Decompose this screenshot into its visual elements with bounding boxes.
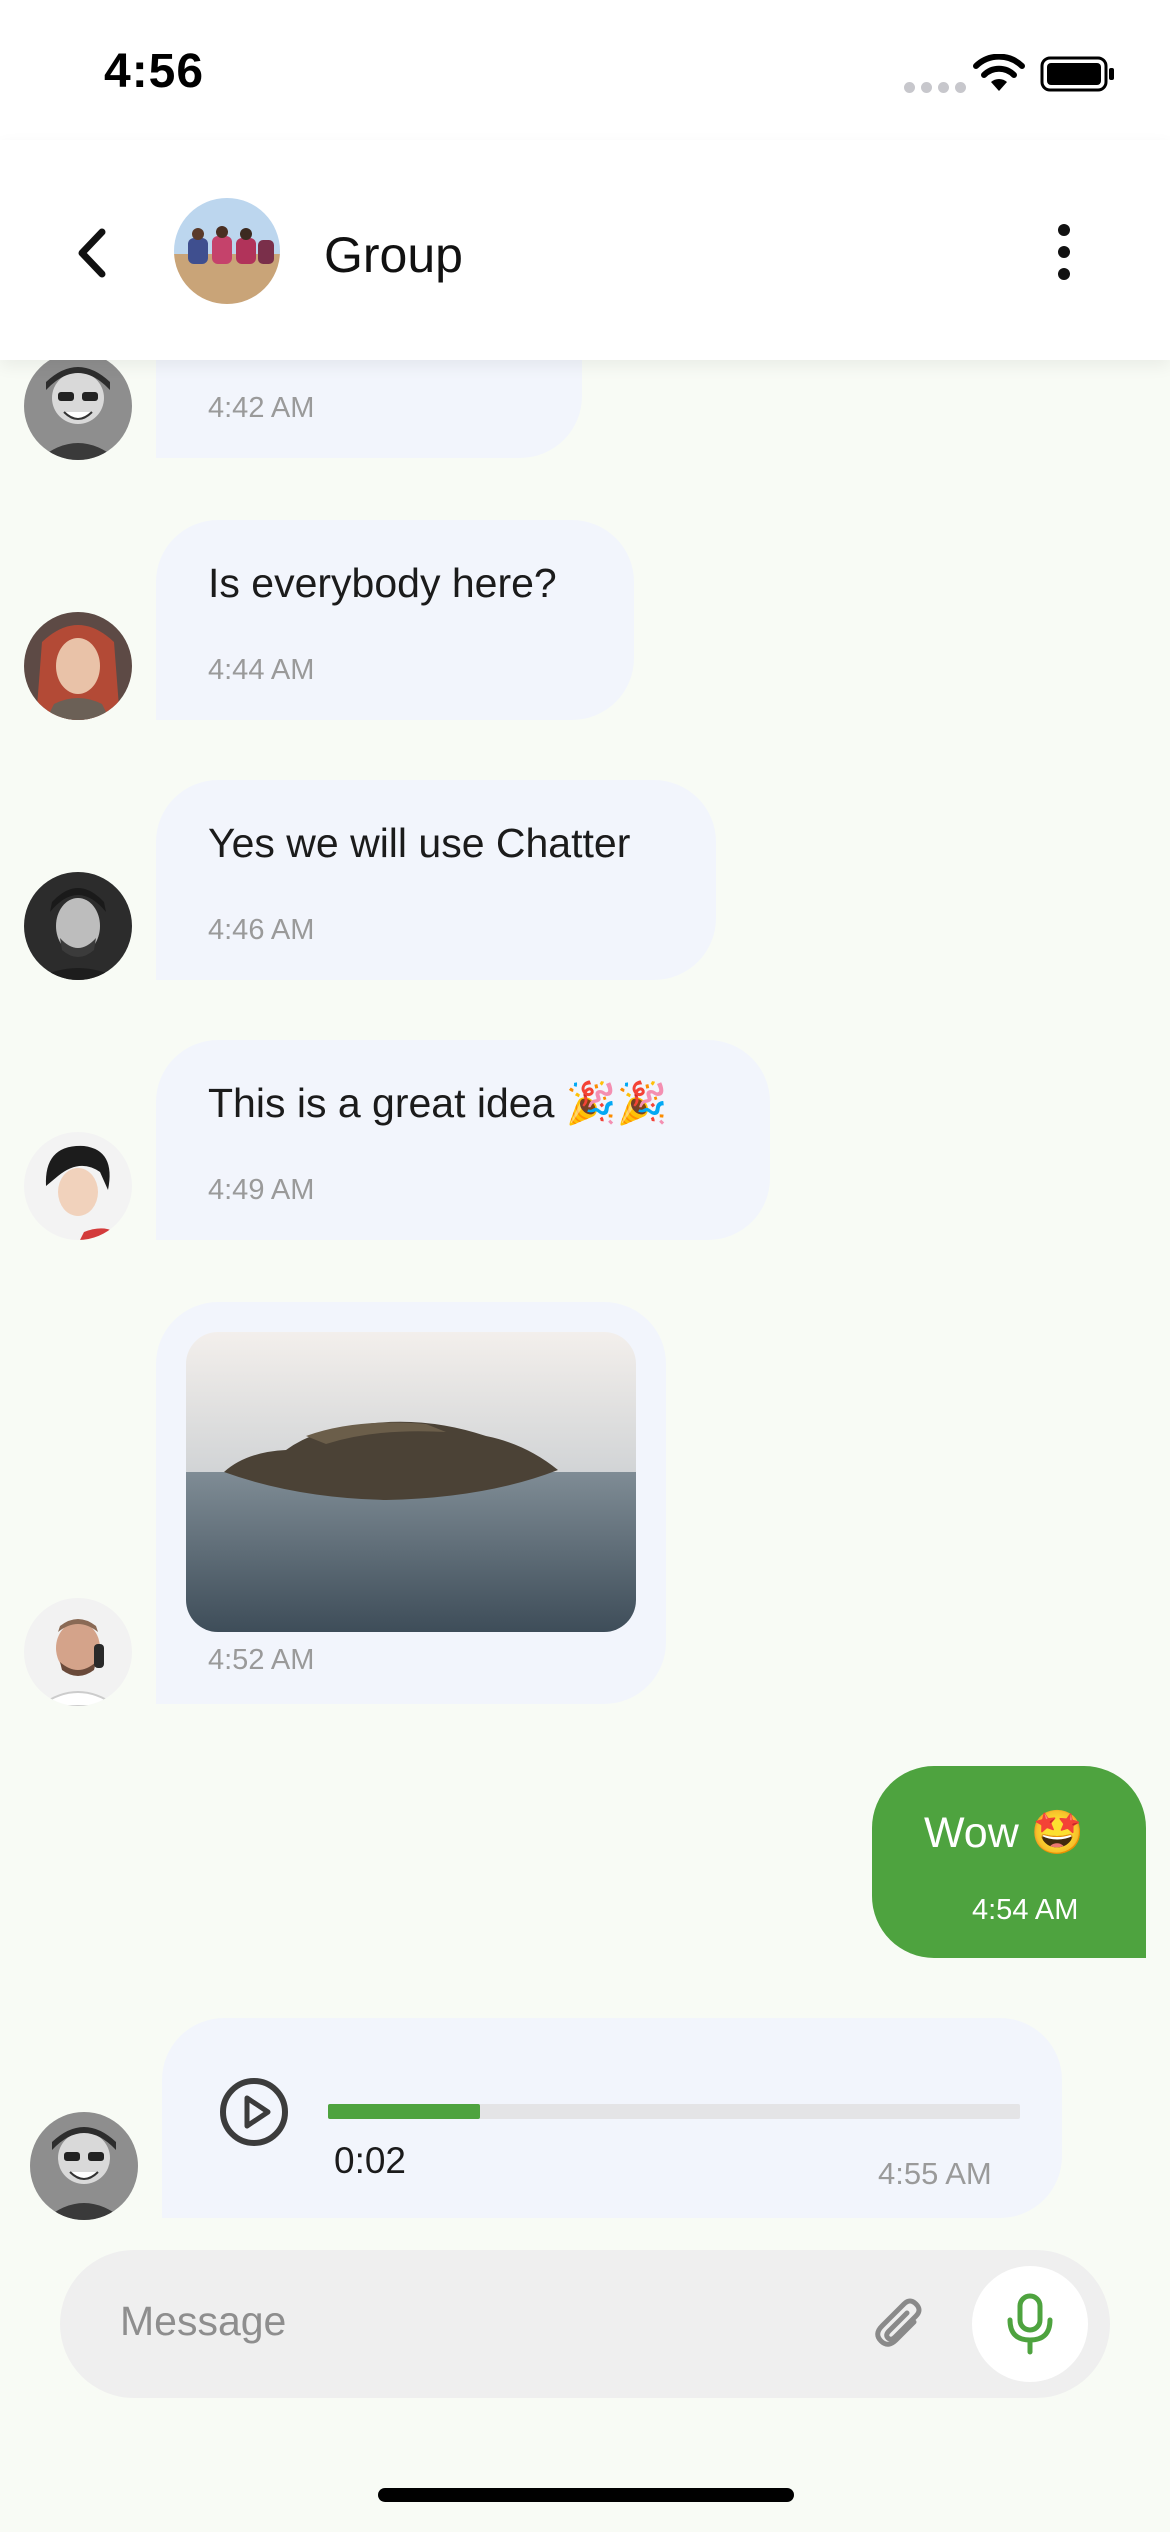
voice-progress-bar[interactable] xyxy=(328,2104,1020,2119)
voice-message-bubble: 0:02 4:55 AM xyxy=(162,2018,1062,2218)
message-bubble[interactable]: 4:52 AM xyxy=(156,1302,666,1704)
message-bubble[interactable]: Yes we will use Chatter 4:46 AM xyxy=(156,780,716,980)
status-time: 4:56 xyxy=(104,45,205,98)
message-time: 4:44 AM xyxy=(208,654,315,686)
chat-screen: 4:56 Group 4:42 AM Is everybody here? 4:… xyxy=(0,0,1170,2532)
message-text: This is a great idea 🎉🎉 xyxy=(208,1080,668,1126)
group-avatar[interactable] xyxy=(174,198,280,304)
message-bubble[interactable]: This is a great idea 🎉🎉 4:49 AM xyxy=(156,1040,770,1240)
message-text: Is everybody here? xyxy=(208,560,557,606)
sender-avatar[interactable] xyxy=(30,2112,138,2220)
message-time: 4:55 AM xyxy=(878,2156,992,2191)
message-bubble[interactable]: Is everybody here? 4:44 AM xyxy=(156,520,634,720)
message-time: 4:54 AM xyxy=(972,1894,1079,1926)
message-time: 4:49 AM xyxy=(208,1174,315,1206)
message-input[interactable]: Message xyxy=(120,2298,286,2345)
sender-avatar[interactable] xyxy=(24,1598,132,1706)
message-time: 4:42 AM xyxy=(208,392,315,424)
attach-icon[interactable] xyxy=(870,2294,930,2354)
message-text: Wow 🤩 xyxy=(924,1809,1085,1857)
message-text: Yes we will use Chatter xyxy=(208,820,631,866)
message-time: 4:52 AM xyxy=(208,1644,315,1676)
status-bar: 4:56 xyxy=(0,0,1170,140)
message-composer: Message xyxy=(60,2250,1110,2398)
voice-progress-fill xyxy=(328,2104,481,2119)
message-time: 4:46 AM xyxy=(208,914,315,946)
back-icon[interactable] xyxy=(70,226,118,280)
sender-avatar[interactable] xyxy=(24,1132,132,1240)
cellular-signal-icon xyxy=(904,82,966,93)
home-indicator xyxy=(378,2488,794,2502)
battery-icon xyxy=(1040,56,1114,92)
more-icon[interactable] xyxy=(1052,220,1076,284)
voice-duration: 0:02 xyxy=(334,2140,407,2181)
message-image[interactable] xyxy=(186,1332,636,1632)
sender-avatar[interactable] xyxy=(24,872,132,980)
play-icon[interactable] xyxy=(218,2076,290,2148)
wifi-icon xyxy=(973,54,1025,91)
mic-icon xyxy=(1007,2293,1053,2355)
record-voice-button[interactable] xyxy=(972,2266,1088,2382)
chat-header: Group xyxy=(0,140,1170,360)
sender-avatar[interactable] xyxy=(24,352,132,460)
sender-avatar[interactable] xyxy=(24,612,132,720)
outgoing-message-bubble[interactable]: Wow 🤩 4:54 AM xyxy=(872,1766,1146,1958)
group-title: Group xyxy=(324,227,463,283)
